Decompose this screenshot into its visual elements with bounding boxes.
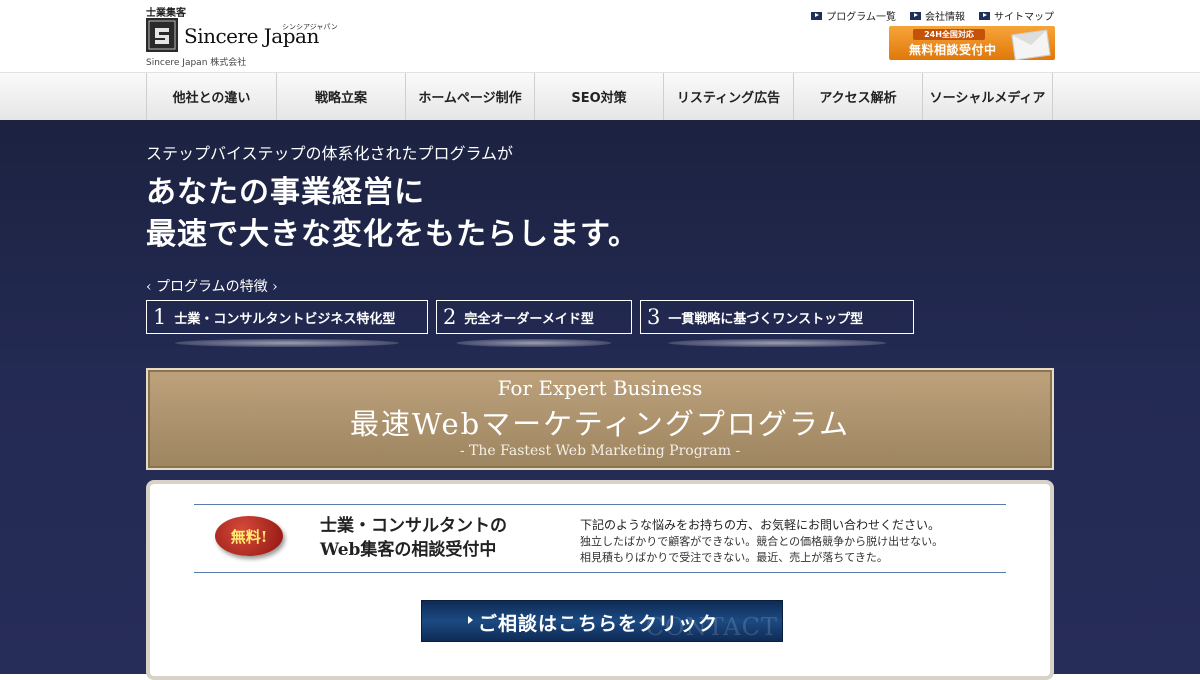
feature-item-one-stop[interactable]: 3 一貫戦略に基づくワンストップ型 xyxy=(640,300,914,347)
site-logo[interactable]: 士業集客 シンシアジャパン Sincere Japan Sincere Japa… xyxy=(146,4,346,68)
program-banner-title: 最速Webマーケティングプログラム xyxy=(350,407,850,441)
nav-item-homepage[interactable]: ホームページ制作 xyxy=(406,73,535,120)
nav-item-strategy[interactable]: 戦略立案 xyxy=(277,73,406,120)
logo-mark-icon xyxy=(146,18,178,52)
program-banner-en: For Expert Business xyxy=(497,376,703,400)
free-consultation-button[interactable]: 24H全国対応 無料相談受付中 xyxy=(889,26,1055,60)
play-icon xyxy=(910,11,921,20)
util-link-company[interactable]: 会社情報 xyxy=(910,8,965,23)
logo-company: Sincere Japan 株式会社 xyxy=(146,58,247,68)
nav-item-seo[interactable]: SEO対策 xyxy=(535,73,664,120)
feature-item-custom[interactable]: 2 完全オーダーメイド型 xyxy=(436,300,632,347)
arrow-right-icon xyxy=(468,616,473,624)
util-link-label: プログラム一覧 xyxy=(826,12,896,23)
logo-name: Sincere Japan xyxy=(184,24,319,48)
divider xyxy=(194,504,1006,505)
feature-glow xyxy=(668,339,886,347)
play-icon xyxy=(811,11,823,20)
feature-glow xyxy=(175,339,399,347)
nav-item-analytics[interactable]: アクセス解析 xyxy=(794,73,923,120)
hero-title: あなたの事業経営に 最速で大きな変化をもたらします。 xyxy=(146,172,639,256)
divider xyxy=(194,572,1006,573)
envelope-icon xyxy=(1011,29,1051,60)
nav-item-social-media[interactable]: ソーシャルメディア xyxy=(923,73,1053,120)
utility-links: プログラム一覧 会社情報 サイトマップ xyxy=(811,8,1054,23)
contact-panel: 無料! 士業・コンサルタントの Web集客の相談受付中 下記のような悩みをお持ち… xyxy=(146,480,1054,680)
free-badge: 無料! xyxy=(215,516,283,556)
consult-badge-text: 無料相談受付中 xyxy=(909,43,997,57)
consult-badge-small: 24H全国対応 xyxy=(913,29,985,40)
util-link-sitemap[interactable]: サイトマップ xyxy=(979,8,1054,23)
nav-item-difference[interactable]: 他社との違い xyxy=(147,73,277,120)
contact-detail: 独立したばかりで顧客ができない。競合との価格競争から脱け出せない。 相見積もりば… xyxy=(580,534,943,566)
util-link-label: サイトマップ xyxy=(994,12,1054,23)
feature-text: 完全オーダーメイド型 xyxy=(464,311,594,327)
feature-number: 3 xyxy=(647,305,661,329)
nav-item-listing-ads[interactable]: リスティング広告 xyxy=(664,73,794,120)
contact-detail-line2: 相見積もりばかりで受注できない。最近、売上が落ちてきた。 xyxy=(580,551,888,564)
global-nav-items: 他社との違い 戦略立案 ホームページ制作 SEO対策 リスティング広告 アクセス… xyxy=(146,73,1056,120)
contact-button-label: ご相談はこちらをクリック xyxy=(478,613,719,635)
play-icon xyxy=(979,11,990,20)
feature-number: 2 xyxy=(443,305,457,329)
logo-tagline: 士業集客 xyxy=(146,8,186,19)
site-header: 士業集客 シンシアジャパン Sincere Japan Sincere Japa… xyxy=(0,0,1200,72)
hero-title-line1: あなたの事業経営に xyxy=(146,175,425,210)
feature-glow xyxy=(456,339,612,347)
contact-heading-line1: 士業・コンサルタントの xyxy=(320,516,507,536)
program-banner: For Expert Business 最速Webマーケティングプログラム - … xyxy=(146,368,1054,470)
contact-detail-line1: 独立したばかりで顧客ができない。競合との価格競争から脱け出せない。 xyxy=(580,535,944,548)
contact-heading-line2: Web集客の相談受付中 xyxy=(320,540,497,560)
contact-heading: 士業・コンサルタントの Web集客の相談受付中 xyxy=(320,514,507,562)
feature-list: 1 士業・コンサルタントビジネス特化型 2 完全オーダーメイド型 3 一貫戦略に… xyxy=(146,300,914,347)
feature-number: 1 xyxy=(153,305,167,329)
global-nav: 他社との違い 戦略立案 ホームページ制作 SEO対策 リスティング広告 アクセス… xyxy=(0,72,1200,121)
contact-button[interactable]: CONTACT ご相談はこちらをクリック xyxy=(421,600,783,642)
features-label: ‹ プログラムの特徴 › xyxy=(146,279,278,295)
hero-subtitle: ステップバイステップの体系化されたプログラムが xyxy=(146,144,514,163)
feature-text: 一貫戦略に基づくワンストップ型 xyxy=(668,311,864,327)
feature-item-specialized[interactable]: 1 士業・コンサルタントビジネス特化型 xyxy=(146,300,428,347)
hero-section: ステップバイステップの体系化されたプログラムが あなたの事業経営に 最速で大きな… xyxy=(0,120,1200,680)
feature-text: 士業・コンサルタントビジネス特化型 xyxy=(174,311,396,327)
program-banner-subtitle: - The Fastest Web Marketing Program - xyxy=(459,443,741,459)
contact-lead: 下記のような悩みをお持ちの方、お気軽にお問い合わせください。 xyxy=(580,518,941,532)
util-link-program-list[interactable]: プログラム一覧 xyxy=(811,8,896,23)
hero-title-line2: 最速で大きな変化をもたらします。 xyxy=(146,217,639,252)
util-link-label: 会社情報 xyxy=(925,12,965,23)
